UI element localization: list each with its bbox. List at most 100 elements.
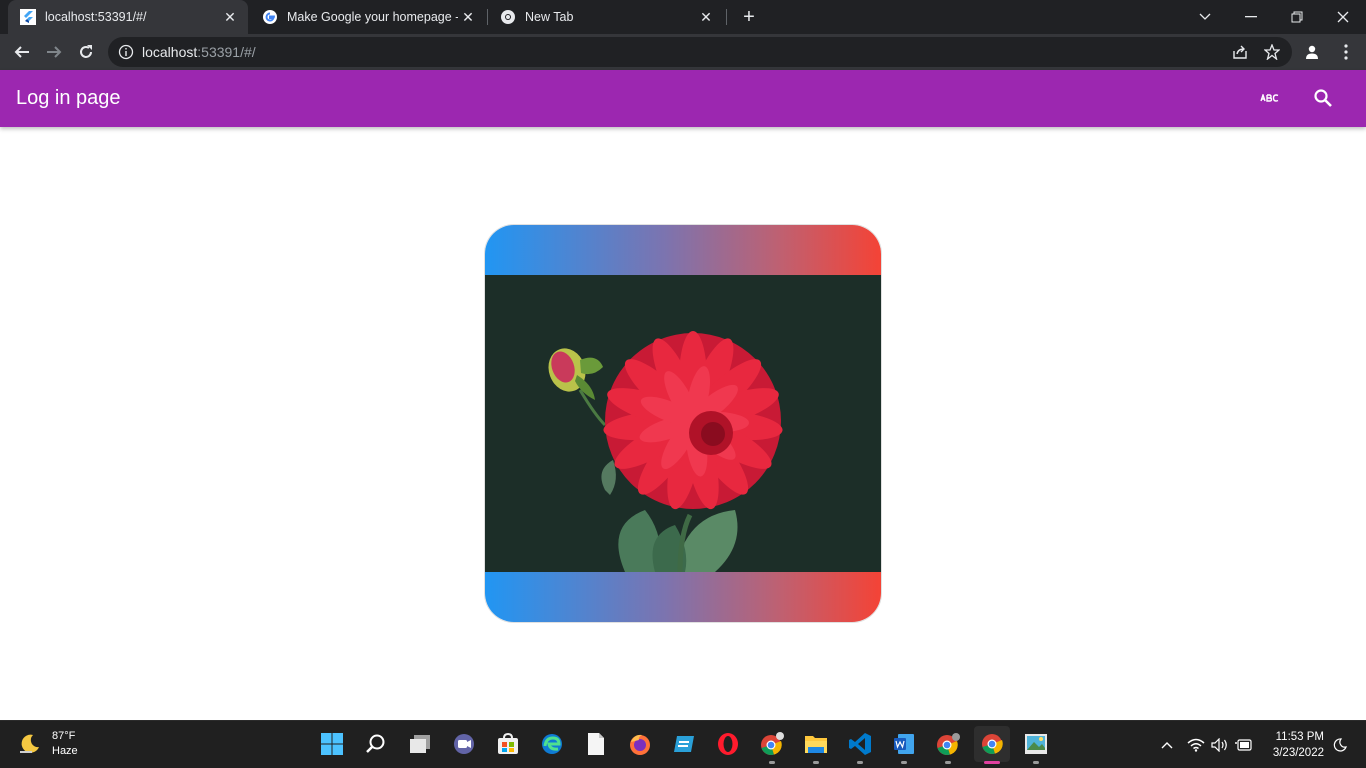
edge-app[interactable] <box>538 730 566 758</box>
image-card <box>484 224 882 623</box>
running-indicator <box>901 761 907 764</box>
tab-title: Make Google your homepage - G <box>287 10 458 24</box>
bookmark-button[interactable] <box>1258 38 1286 66</box>
document-icon <box>588 733 604 755</box>
app-bar: Log in page <box>0 70 1366 127</box>
close-icon <box>1337 11 1349 23</box>
close-tab-icon[interactable]: ✕ <box>458 7 478 27</box>
taskbar: 87°F Haze 11:53 PM 3/23/2022 <box>0 720 1366 768</box>
info-icon[interactable] <box>118 44 134 60</box>
battery-button[interactable] <box>1234 733 1254 757</box>
dahlia-illustration <box>485 275 881 573</box>
tab-google-homepage[interactable]: Make Google your homepage - G ✕ <box>250 0 486 34</box>
store-app[interactable] <box>494 730 522 758</box>
tab-separator <box>726 9 727 25</box>
running-indicator <box>1033 761 1039 764</box>
clock[interactable]: 11:53 PM 3/23/2022 <box>1262 729 1324 761</box>
share-button[interactable] <box>1226 38 1254 66</box>
tab-title: localhost:53391/#/ <box>45 10 147 24</box>
word-icon <box>894 734 914 754</box>
store-icon <box>498 732 518 754</box>
new-tab-button[interactable]: + <box>737 5 761 29</box>
chrome-profile-app[interactable] <box>758 730 786 758</box>
notifications-button[interactable] <box>1330 733 1350 757</box>
back-button[interactable] <box>8 38 36 66</box>
page-title: Log in page <box>16 87 121 109</box>
speaker-icon <box>1211 738 1227 752</box>
gradient-footer-band <box>485 572 881 622</box>
chevron-up-icon <box>1161 742 1173 749</box>
moon-quiet-hours-icon <box>1333 738 1347 752</box>
browser-tab-strip: localhost:53391/#/ ✕ Make Google your ho… <box>0 0 1366 34</box>
abc-button[interactable] <box>1252 80 1288 116</box>
start-button[interactable] <box>318 730 346 758</box>
running-indicator <box>945 761 951 764</box>
chat-button[interactable] <box>450 730 478 758</box>
chrome-app-active[interactable] <box>974 726 1010 762</box>
address-bar[interactable]: localhost:53391/#/ <box>108 37 1292 67</box>
photos-app[interactable] <box>1022 730 1050 758</box>
file-explorer-app[interactable] <box>802 730 830 758</box>
windows-icon <box>321 733 343 755</box>
close-tab-icon[interactable]: ✕ <box>220 7 240 27</box>
opera-icon <box>718 733 738 755</box>
search-button[interactable] <box>1305 80 1341 116</box>
chevron-down-icon <box>1199 13 1211 20</box>
volume-button[interactable] <box>1210 733 1230 757</box>
close-window-button[interactable] <box>1320 0 1366 34</box>
vscode-app[interactable] <box>846 730 874 758</box>
running-indicator <box>769 761 775 764</box>
close-tab-icon[interactable]: ✕ <box>696 7 716 27</box>
minimize-button[interactable] <box>1228 0 1274 34</box>
menu-button[interactable] <box>1332 38 1360 66</box>
chrome-beta-icon <box>937 733 960 755</box>
more-vertical-icon <box>1344 44 1348 60</box>
running-indicator <box>813 761 819 764</box>
restore-icon <box>1291 11 1303 23</box>
url-text: localhost:53391/#/ <box>142 44 256 60</box>
task-view-button[interactable] <box>406 730 434 758</box>
azure-app[interactable] <box>670 730 698 758</box>
chat-icon <box>454 734 474 754</box>
profile-button[interactable] <box>1298 38 1326 66</box>
weather-widget[interactable]: 87°F Haze <box>18 729 78 759</box>
browser-toolbar: localhost:53391/#/ <box>0 34 1366 70</box>
show-hidden-icons-button[interactable] <box>1157 733 1177 757</box>
tab-title: New Tab <box>525 10 574 24</box>
minimize-icon <box>1245 16 1257 18</box>
firefox-icon <box>630 734 650 755</box>
reload-icon <box>80 45 92 58</box>
share-icon <box>1233 45 1247 59</box>
moon-icon <box>20 734 39 753</box>
firefox-app[interactable] <box>626 730 654 758</box>
star-icon <box>1264 44 1280 60</box>
taskbar-search-button[interactable] <box>362 730 390 758</box>
url-path: :53391/#/ <box>197 44 256 60</box>
chrome-beta-app[interactable] <box>934 730 962 758</box>
folder-icon <box>805 736 827 753</box>
search-icon <box>1314 89 1332 107</box>
tab-localhost[interactable]: localhost:53391/#/ ✕ <box>8 0 248 34</box>
tab-new-tab[interactable]: New Tab ✕ <box>488 0 724 34</box>
flower-image <box>485 275 881 573</box>
weather-condition: Haze <box>52 745 78 757</box>
arrow-left-icon <box>14 46 29 58</box>
file-app[interactable] <box>582 730 610 758</box>
restore-button[interactable] <box>1274 0 1320 34</box>
abc-icon <box>1260 94 1279 102</box>
weather-text: 87°F Haze <box>52 729 78 759</box>
chrome-icon <box>982 734 1003 754</box>
forward-button[interactable] <box>40 38 68 66</box>
weather-temp: 87°F <box>52 730 76 742</box>
clock-time: 11:53 PM <box>1275 731 1324 743</box>
wifi-button[interactable] <box>1186 733 1206 757</box>
vscode-icon <box>849 733 871 755</box>
clock-date: 3/23/2022 <box>1272 747 1324 759</box>
opera-app[interactable] <box>714 730 742 758</box>
word-app[interactable] <box>890 730 918 758</box>
reload-button[interactable] <box>72 38 100 66</box>
chrome-icon <box>501 10 515 24</box>
app-icon <box>674 736 694 752</box>
battery-icon <box>1235 739 1252 751</box>
tab-search-button[interactable] <box>1182 0 1228 34</box>
